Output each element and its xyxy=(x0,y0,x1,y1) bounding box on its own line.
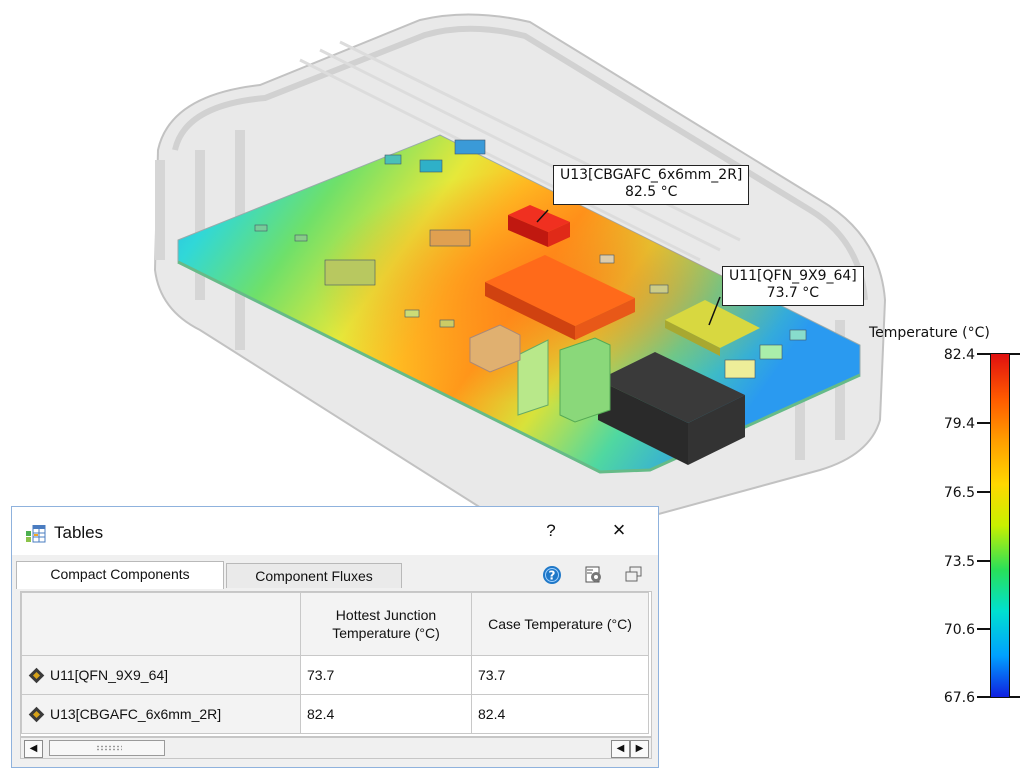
legend-tick xyxy=(977,696,990,698)
help-button[interactable]: ? xyxy=(542,521,560,541)
legend-label: 76.5 xyxy=(943,485,975,501)
cell-case-temperature[interactable]: 73.7 xyxy=(471,655,649,695)
row-header[interactable]: U13[CBGAFC_6x6mm_2R] xyxy=(21,694,301,734)
scrollbar-thumb[interactable] xyxy=(49,740,165,756)
table-row[interactable]: U13[CBGAFC_6x6mm_2R] 82.4 82.4 xyxy=(21,694,649,734)
temperature-colorbar xyxy=(990,353,1010,698)
legend-label-min: 67.6 xyxy=(943,690,975,706)
row-header[interactable]: U11[QFN_9X9_64] xyxy=(21,655,301,695)
dialog-title: Tables xyxy=(54,523,104,542)
scroll-left-arrow-icon[interactable]: ◀ xyxy=(24,740,43,758)
legend-tick xyxy=(977,560,990,562)
legend-title: Temperature (°C) xyxy=(869,325,990,341)
component-diamond-icon xyxy=(28,667,45,683)
row-label: U11[QFN_9X9_64] xyxy=(50,667,169,683)
help-circle-icon[interactable]: ? xyxy=(542,565,562,585)
callout-u11-name: U11[QFN_9X9_64] xyxy=(729,268,857,284)
table-header-row: Hottest Junction Temperature (°C) Case T… xyxy=(21,592,649,656)
svg-text:?: ? xyxy=(549,569,556,583)
legend-label: 79.4 xyxy=(943,416,975,432)
close-button[interactable]: × xyxy=(608,517,630,543)
tab-compact-components[interactable]: Compact Components xyxy=(16,561,224,589)
callout-u13: U13[CBGAFC_6x6mm_2R] 82.5 °C xyxy=(553,165,750,205)
legend-tick xyxy=(977,353,990,355)
legend-label-max: 82.4 xyxy=(943,347,975,363)
cell-hottest-junction[interactable]: 82.4 xyxy=(300,694,472,734)
legend-tick xyxy=(977,628,990,630)
restore-window-icon[interactable] xyxy=(624,565,644,585)
row-label: U13[CBGAFC_6x6mm_2R] xyxy=(50,706,222,722)
scroll-right-arrow-icon[interactable]: ▶ xyxy=(630,740,649,758)
settings-export-icon[interactable] xyxy=(584,565,604,585)
callout-u11-temp: 73.7 °C xyxy=(766,285,820,301)
legend-label: 70.6 xyxy=(943,622,975,638)
legend-tick xyxy=(1010,696,1020,698)
legend-tick xyxy=(977,491,990,493)
cell-case-temperature[interactable]: 82.4 xyxy=(471,694,649,734)
callout-u13-name: U13[CBGAFC_6x6mm_2R] xyxy=(560,167,743,183)
cell-hottest-junction[interactable]: 73.7 xyxy=(300,655,472,695)
scrollbar-grip-icon xyxy=(96,745,122,751)
callout-u13-temp: 82.5 °C xyxy=(624,184,678,200)
scroll-left-arrow-icon[interactable]: ◀ xyxy=(611,740,630,758)
components-table[interactable]: Hottest Junction Temperature (°C) Case T… xyxy=(20,591,652,737)
legend-tick xyxy=(1010,353,1020,355)
component-diamond-icon xyxy=(28,706,45,722)
tab-component-fluxes[interactable]: Component Fluxes xyxy=(226,563,402,588)
tab-bar: Compact Components Component Fluxes ? xyxy=(12,557,658,589)
dialog-titlebar[interactable]: Tables ? × xyxy=(12,507,658,555)
legend-label: 73.5 xyxy=(943,554,975,570)
column-header-case-temperature[interactable]: Case Temperature (°C) xyxy=(471,592,649,656)
legend-tick xyxy=(977,422,990,424)
horizontal-scrollbar[interactable]: ◀ ◀ ▶ xyxy=(20,737,652,759)
table-row[interactable]: U11[QFN_9X9_64] 73.7 73.7 xyxy=(21,655,649,695)
callout-u11: U11[QFN_9X9_64] 73.7 °C xyxy=(722,266,864,306)
column-header-hottest-junction[interactable]: Hottest Junction Temperature (°C) xyxy=(300,592,472,656)
corner-header-cell xyxy=(21,592,301,656)
tables-dialog[interactable]: Tables ? × Compact Components Component … xyxy=(11,506,659,768)
tables-app-icon xyxy=(26,525,46,543)
